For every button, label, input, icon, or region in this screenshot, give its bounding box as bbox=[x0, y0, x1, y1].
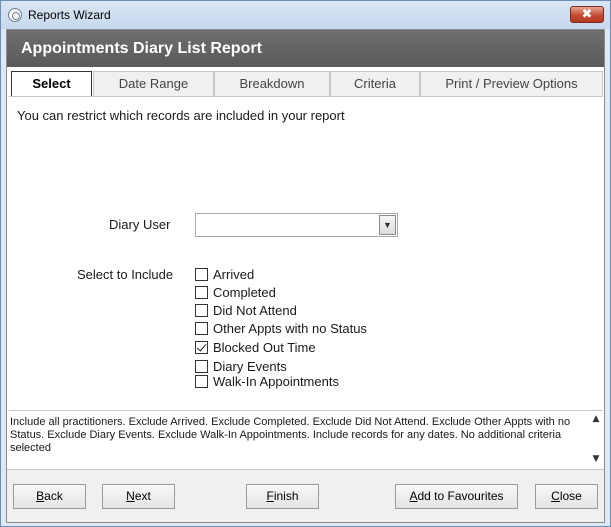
close-mnemonic: C bbox=[551, 489, 560, 503]
arrived-label: Arrived bbox=[213, 267, 255, 282]
tab-select[interactable]: Select bbox=[11, 71, 92, 97]
wizard-client-area: Appointments Diary List Report Select Da… bbox=[6, 29, 605, 523]
other-appts-checkbox[interactable] bbox=[195, 322, 208, 335]
diary-user-dropdown[interactable]: ▼ bbox=[195, 213, 398, 237]
app-logo-icon bbox=[8, 8, 22, 22]
close-label: lose bbox=[559, 489, 582, 503]
scroll-up-icon[interactable]: ▲ bbox=[591, 414, 601, 424]
next-label: ext bbox=[134, 489, 151, 503]
close-button[interactable]: Close bbox=[535, 484, 598, 509]
window-close-button[interactable]: ✖ bbox=[570, 6, 604, 23]
tab-print-preview-options[interactable]: Print / Preview Options bbox=[420, 71, 603, 96]
next-mnemonic: N bbox=[126, 489, 135, 503]
wizard-button-bar: Back Next Finish Add to Favourites Close bbox=[7, 469, 604, 522]
tab-strip: Select Date Range Breakdown Criteria Pri… bbox=[9, 71, 603, 97]
tab-breakdown[interactable]: Breakdown bbox=[214, 71, 330, 96]
selection-summary-text: Include all practitioners. Exclude Arriv… bbox=[10, 416, 571, 454]
completed-checkbox[interactable] bbox=[195, 286, 208, 299]
diary-user-label: Diary User bbox=[109, 217, 171, 232]
blocked-out-time-label: Blocked Out Time bbox=[213, 340, 316, 355]
diary-events-checkbox[interactable] bbox=[195, 360, 208, 373]
tab-date-range[interactable]: Date Range bbox=[93, 71, 214, 96]
restrict-info-text: You can restrict which records are inclu… bbox=[17, 108, 345, 123]
scroll-down-icon[interactable]: ▼ bbox=[591, 454, 601, 464]
finish-label: inish bbox=[273, 489, 299, 503]
back-mnemonic: B bbox=[36, 489, 45, 503]
select-tab-panel: You can restrict which records are inclu… bbox=[9, 96, 603, 409]
select-to-include-label: Select to Include bbox=[77, 267, 174, 282]
tab-criteria[interactable]: Criteria bbox=[330, 71, 420, 96]
arrived-checkbox[interactable] bbox=[195, 268, 208, 281]
blocked-out-time-checkbox[interactable] bbox=[195, 341, 208, 354]
report-header: Appointments Diary List Report bbox=[7, 30, 604, 67]
selection-summary-box[interactable]: Include all practitioners. Exclude Arriv… bbox=[9, 410, 603, 468]
did-not-attend-checkbox[interactable] bbox=[195, 304, 208, 317]
add-to-favourites-button[interactable]: Add to Favourites bbox=[395, 484, 518, 509]
diary-events-label: Diary Events bbox=[213, 359, 287, 374]
next-button[interactable]: Next bbox=[102, 484, 175, 509]
reports-wizard-window: Reports Wizard ✖ Appointments Diary List… bbox=[0, 0, 611, 527]
completed-label: Completed bbox=[213, 285, 276, 300]
other-appts-label: Other Appts with no Status bbox=[213, 321, 367, 336]
finish-button[interactable]: Finish bbox=[246, 484, 319, 509]
back-button[interactable]: Back bbox=[13, 484, 86, 509]
walk-in-checkbox[interactable] bbox=[195, 375, 208, 388]
finish-mnemonic: F bbox=[266, 489, 274, 503]
back-label: ack bbox=[44, 489, 63, 503]
report-title: Appointments Diary List Report bbox=[21, 40, 262, 57]
title-bar[interactable]: Reports Wizard ✖ bbox=[1, 1, 610, 29]
window-title: Reports Wizard bbox=[28, 8, 111, 22]
did-not-attend-label: Did Not Attend bbox=[213, 303, 297, 318]
chevron-down-icon[interactable]: ▼ bbox=[379, 215, 396, 235]
walk-in-label: Walk-In Appointments bbox=[213, 374, 339, 389]
favourites-label: dd to Favourites bbox=[417, 489, 504, 503]
